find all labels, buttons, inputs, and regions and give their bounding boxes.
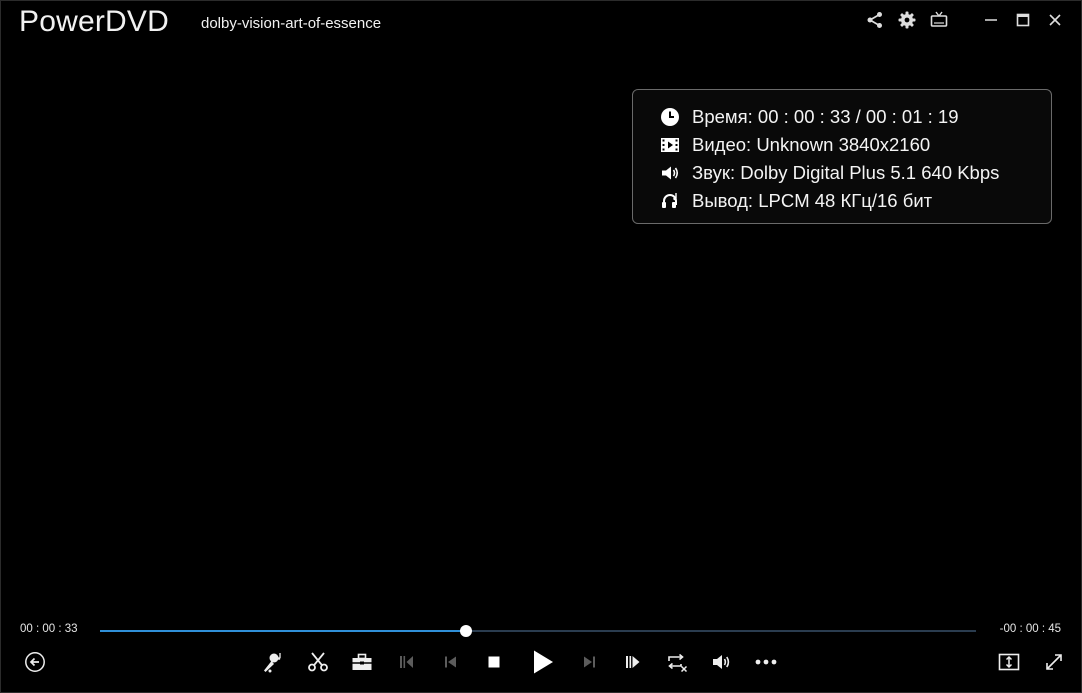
tv-mode-icon: [930, 11, 948, 27]
more-button[interactable]: [753, 649, 779, 675]
play-icon: [534, 650, 553, 674]
volume-icon: [713, 655, 730, 669]
seek-bar[interactable]: [100, 625, 976, 637]
scissors-icon: [308, 652, 328, 672]
info-time-row: Время: 00 : 00 : 33 / 00 : 01 : 19: [659, 103, 1051, 131]
info-audio-text: Звук: Dolby Digital Plus 5.1 640 Kbps: [692, 162, 1000, 183]
film-icon: [659, 134, 681, 156]
karaoke-button[interactable]: [260, 649, 286, 675]
aspect-ratio-icon: [998, 653, 1020, 671]
info-output-text: Вывод: LPCM 48 КГц/16 бит: [692, 190, 933, 211]
toolbox-icon: [352, 653, 372, 670]
app-title: PowerDVD: [19, 5, 169, 38]
seek-progress: [100, 630, 467, 632]
aspect-ratio-button[interactable]: [996, 649, 1022, 675]
close-button[interactable]: [1039, 9, 1071, 31]
next-icon: [584, 656, 595, 668]
gear-icon: [898, 11, 916, 29]
back-button[interactable]: [22, 649, 48, 675]
file-title: dolby-vision-art-of-essence: [201, 15, 382, 32]
step-forward-frame-icon: [626, 656, 640, 668]
seek-handle[interactable]: [460, 625, 473, 637]
karaoke-icon: [264, 653, 281, 673]
minimize-button[interactable]: [975, 9, 1007, 31]
stop-icon: [488, 656, 500, 668]
clock-icon: [659, 106, 681, 128]
more-icon: [755, 659, 777, 665]
speaker-icon: [659, 162, 681, 184]
share-button[interactable]: [859, 9, 891, 31]
maximize-button[interactable]: [1007, 9, 1039, 31]
previous-button[interactable]: [437, 649, 463, 675]
remaining-time: -00 : 00 : 45: [999, 623, 1061, 635]
next-button[interactable]: [577, 649, 603, 675]
repeat-off-icon: [668, 653, 688, 672]
fullscreen-icon: [1046, 654, 1062, 670]
info-time-text: Время: 00 : 00 : 33 / 00 : 01 : 19: [692, 106, 959, 127]
share-icon: [867, 12, 882, 28]
toolbox-button[interactable]: [349, 649, 375, 675]
play-button[interactable]: [528, 647, 558, 677]
volume-button[interactable]: [709, 649, 735, 675]
info-audio-row: Звук: Dolby Digital Plus 5.1 640 Kbps: [659, 159, 1051, 187]
elapsed-time: 00 : 00 : 33: [20, 623, 78, 635]
title-bar-controls: [859, 9, 1071, 31]
stop-button[interactable]: [481, 649, 507, 675]
maximize-icon: [1016, 13, 1030, 27]
close-icon: [1049, 14, 1061, 26]
minimize-icon: [985, 19, 997, 21]
settings-button[interactable]: [891, 9, 923, 31]
step-back-frame-icon: [400, 656, 413, 668]
fullscreen-button[interactable]: [1041, 649, 1067, 675]
step-forward-frame-button[interactable]: [620, 649, 646, 675]
audio-output-icon: [659, 190, 681, 212]
repeat-button[interactable]: [664, 649, 690, 675]
info-video-row: Видео: Unknown 3840x2160: [659, 131, 1051, 159]
previous-icon: [445, 656, 456, 668]
step-back-frame-button[interactable]: [393, 649, 419, 675]
back-icon: [25, 652, 45, 672]
edit-cut-button[interactable]: [305, 649, 331, 675]
info-output-row: Вывод: LPCM 48 КГц/16 бит: [659, 187, 1051, 215]
tv-mode-button[interactable]: [923, 9, 955, 31]
media-info-panel: Время: 00 : 00 : 33 / 00 : 01 : 19 Видео…: [632, 89, 1052, 224]
info-video-text: Видео: Unknown 3840x2160: [692, 134, 931, 155]
player-window: PowerDVD dolby-vision-art-of-essence Вре…: [0, 0, 1082, 693]
